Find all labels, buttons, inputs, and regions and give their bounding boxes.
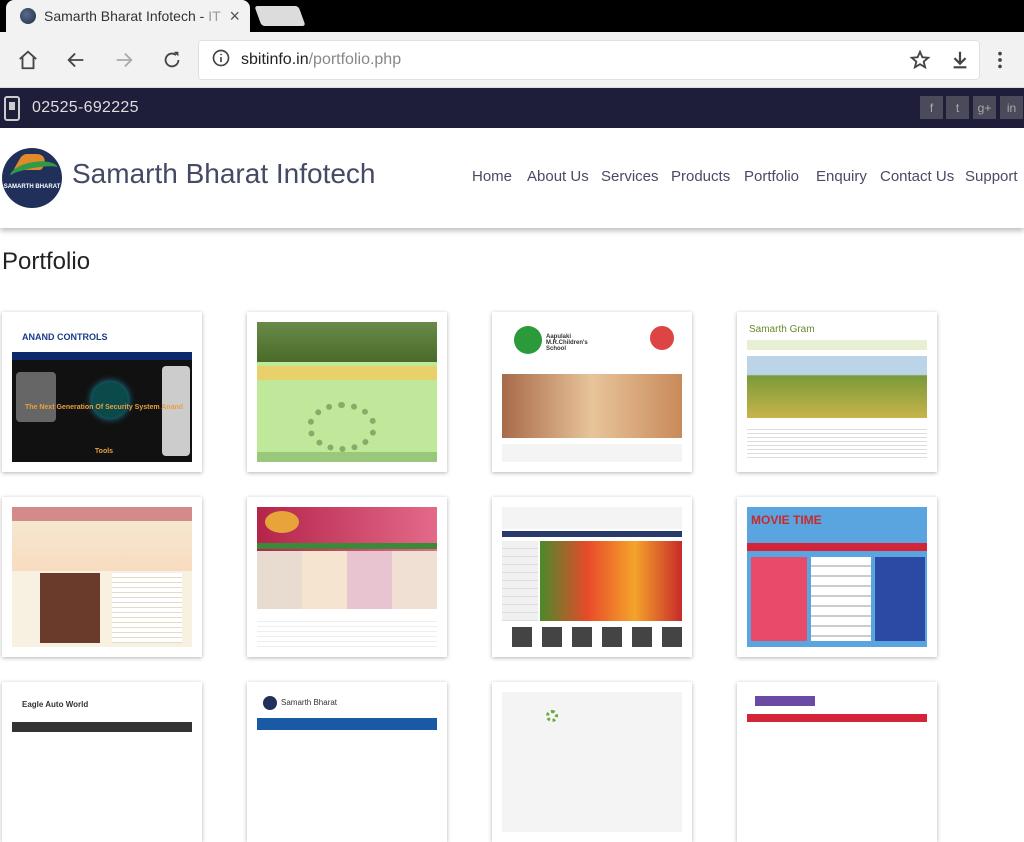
back-arrow-icon[interactable] [62, 46, 90, 74]
nav-products[interactable]: Products [671, 168, 730, 185]
portfolio-thumbnail [257, 322, 437, 462]
nav-services[interactable]: Services [601, 168, 659, 185]
facebook-icon[interactable]: f [920, 96, 943, 119]
portfolio-item[interactable]: Eagle Auto World [2, 682, 202, 842]
portfolio-thumbnail [747, 692, 927, 832]
portfolio-thumbnail: Samarth Bharat [257, 692, 437, 832]
linkedin-icon[interactable]: in [1000, 96, 1023, 119]
portfolio-item[interactable] [2, 497, 202, 657]
new-tab-button[interactable] [254, 6, 306, 26]
phone-number: 02525-692225 [32, 99, 139, 116]
portfolio-item[interactable] [737, 682, 937, 842]
browser-tab-strip: Samarth Bharat Infotech - IT × [0, 0, 1024, 32]
portfolio-item[interactable]: Samarth Gram [737, 312, 937, 472]
portfolio-item[interactable] [492, 682, 692, 842]
bookmark-star-icon[interactable] [906, 46, 934, 74]
portfolio-item[interactable] [247, 497, 447, 657]
google-plus-icon[interactable]: g+ [973, 96, 996, 119]
portfolio-item[interactable] [247, 312, 447, 472]
info-icon[interactable] [211, 48, 231, 73]
home-icon[interactable] [14, 46, 42, 74]
portfolio-thumbnail [12, 507, 192, 647]
brand-name: Samarth Bharat Infotech [72, 158, 376, 189]
twitter-icon[interactable]: t [946, 96, 969, 119]
portfolio-thumbnail: Samarth Gram [747, 322, 927, 462]
tab-title: Samarth Bharat Infotech - IT [44, 8, 221, 24]
portfolio-thumbnail [257, 507, 437, 647]
portfolio-item[interactable] [492, 497, 692, 657]
site-header: SAMARTH BHARAT Samarth Bharat Infotech H… [0, 128, 1024, 228]
portfolio-item[interactable]: MOVIE TIME [737, 497, 937, 657]
portfolio-item[interactable]: ANAND CONTROLS The Next Generation Of Se… [2, 312, 202, 472]
nav-portfolio[interactable]: Portfolio [744, 168, 799, 185]
portfolio-thumbnail: Eagle Auto World [12, 692, 192, 832]
site-favicon-icon [20, 8, 36, 24]
site-topbar: 02525-692225 f t g+ in [0, 88, 1024, 128]
page-title: Portfolio [2, 248, 91, 275]
address-bar[interactable]: sbitinfo.in/portfolio.php [198, 40, 980, 80]
nav-support[interactable]: Support [965, 168, 1018, 185]
portfolio-thumbnail [502, 692, 682, 832]
portfolio-thumbnail: MOVIE TIME [747, 507, 927, 647]
menu-dots-icon[interactable] [986, 46, 1014, 74]
site-logo[interactable]: SAMARTH BHARAT [2, 148, 62, 208]
download-icon[interactable] [946, 46, 974, 74]
portfolio-item[interactable]: Aapulaki M.R.Children's School [492, 312, 692, 472]
nav-enquiry[interactable]: Enquiry [816, 168, 867, 185]
browser-tab[interactable]: Samarth Bharat Infotech - IT × [6, 0, 250, 32]
portfolio-thumbnail [502, 507, 682, 647]
portfolio-thumbnail: ANAND CONTROLS The Next Generation Of Se… [12, 322, 192, 462]
url-text: sbitinfo.in/portfolio.php [241, 51, 402, 68]
nav-contact-us[interactable]: Contact Us [880, 168, 954, 185]
nav-home[interactable]: Home [472, 168, 512, 185]
portfolio-thumbnail: Aapulaki M.R.Children's School [502, 322, 682, 462]
close-tab-icon[interactable]: × [229, 6, 240, 27]
forward-arrow-icon[interactable] [110, 46, 138, 74]
browser-toolbar: sbitinfo.in/portfolio.php [0, 32, 1024, 88]
nav-about-us[interactable]: About Us [527, 168, 589, 185]
reload-icon[interactable] [158, 46, 186, 74]
portfolio-item[interactable]: Samarth Bharat [247, 682, 447, 842]
phone-icon [4, 96, 20, 121]
